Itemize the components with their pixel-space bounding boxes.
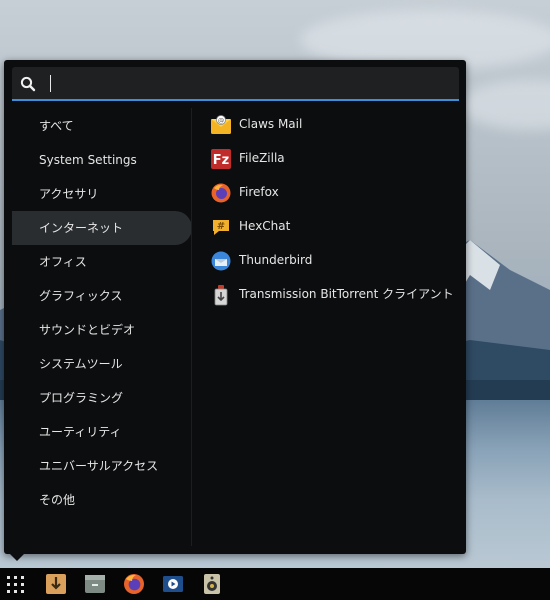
app-label: HexChat: [239, 219, 291, 233]
category-system-settings[interactable]: System Settings: [12, 143, 192, 177]
category-accessories[interactable]: アクセサリ: [12, 177, 192, 211]
file-manager-icon[interactable]: [83, 572, 107, 596]
panel-divider: [191, 108, 192, 546]
firefox-icon[interactable]: [122, 572, 146, 596]
category-all[interactable]: すべて: [12, 109, 192, 143]
svg-text:#: #: [217, 221, 225, 232]
media-player-icon[interactable]: [161, 572, 185, 596]
category-universal-access[interactable]: ユニバーサルアクセス: [12, 449, 192, 483]
taskbar: [0, 568, 550, 600]
app-label: Claws Mail: [239, 117, 303, 131]
filezilla-icon: Fz: [211, 149, 231, 169]
claws-mail-icon: @: [211, 115, 231, 134]
svg-text:Fz: Fz: [213, 153, 229, 168]
hexchat-icon: #: [213, 220, 229, 235]
app-firefox[interactable]: Firefox: [204, 176, 462, 210]
app-claws-mail[interactable]: @ Claws Mail: [204, 108, 462, 142]
category-sound-video[interactable]: サウンドとビデオ: [12, 313, 192, 347]
search-input[interactable]: [42, 73, 442, 95]
app-label: FileZilla: [239, 151, 285, 165]
category-graphics[interactable]: グラフィックス: [12, 279, 192, 313]
app-list: @ Claws Mail Fz FileZilla Firefox # HexC…: [204, 108, 462, 548]
category-programming[interactable]: プログラミング: [12, 381, 192, 415]
menu-pointer: [10, 554, 24, 561]
category-list: すべて System Settings アクセサリ インターネット オフィス グ…: [12, 108, 192, 548]
category-other[interactable]: その他: [12, 483, 192, 517]
category-office[interactable]: オフィス: [12, 245, 192, 279]
app-filezilla[interactable]: Fz FileZilla: [204, 142, 462, 176]
app-thunderbird[interactable]: Thunderbird: [204, 244, 462, 278]
app-label: Thunderbird: [239, 253, 313, 267]
speaker-icon[interactable]: [200, 572, 224, 596]
app-label: Firefox: [239, 185, 279, 199]
downloader-icon[interactable]: [44, 572, 68, 596]
app-grid-icon[interactable]: [4, 572, 28, 596]
text-cursor: [50, 75, 51, 92]
app-hexchat[interactable]: # HexChat: [204, 210, 462, 244]
search-bar[interactable]: [12, 67, 459, 101]
app-transmission[interactable]: Transmission BitTorrent クライアント: [204, 278, 462, 312]
category-system-tools[interactable]: システムツール: [12, 347, 192, 381]
search-icon: [20, 76, 36, 92]
thunderbird-icon: [211, 251, 231, 271]
transmission-icon: [214, 285, 228, 306]
svg-text:@: @: [218, 117, 225, 125]
category-utilities[interactable]: ユーティリティ: [12, 415, 192, 449]
application-menu: すべて System Settings アクセサリ インターネット オフィス グ…: [4, 60, 466, 554]
category-internet[interactable]: インターネット: [12, 211, 192, 245]
firefox-icon: [211, 183, 231, 203]
app-label: Transmission BitTorrent クライアント: [239, 287, 454, 301]
